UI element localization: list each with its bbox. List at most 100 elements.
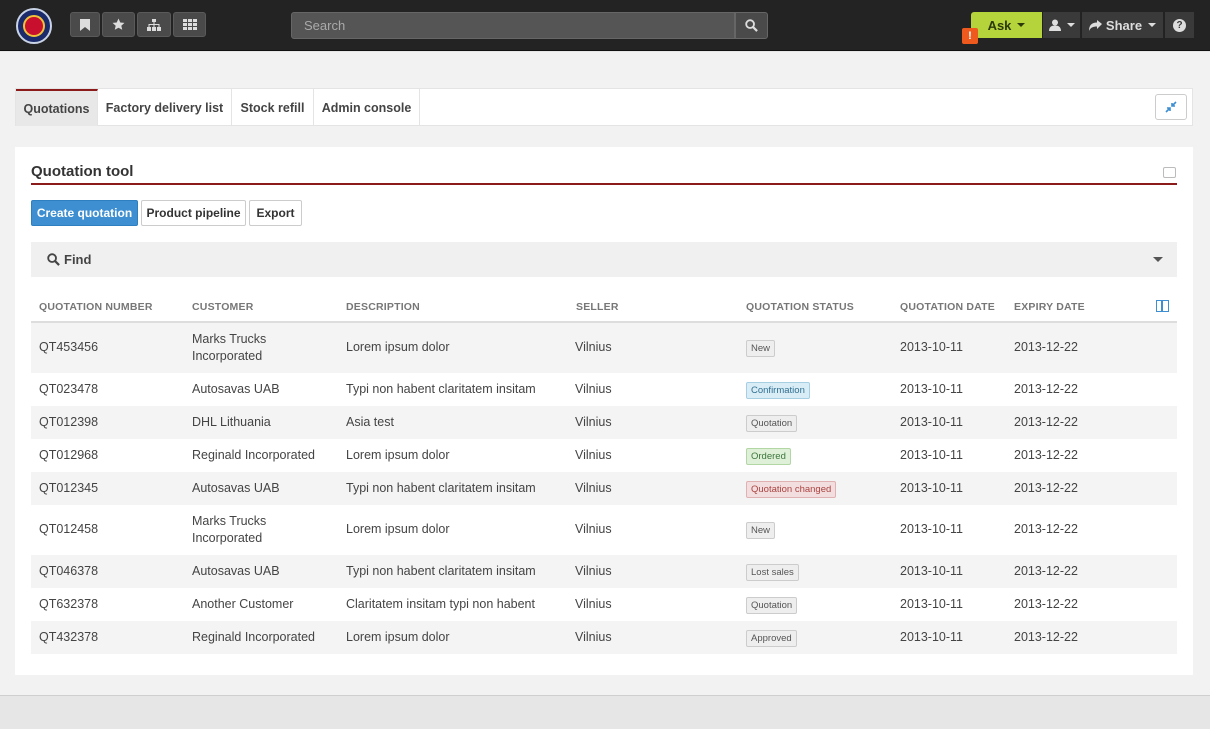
product-pipeline-button[interactable]: Product pipeline — [141, 200, 246, 226]
find-bar[interactable]: Find — [31, 242, 1177, 277]
seller-cell: Vilnius — [575, 480, 612, 495]
ask-button[interactable]: Ask — [971, 12, 1042, 38]
quotation-number-cell[interactable]: QT012345 — [39, 480, 98, 497]
module-tabs: Quotations Factory delivery list Stock r… — [15, 88, 1193, 126]
quotation-number-cell[interactable]: QT632378 — [39, 596, 98, 613]
customer-cell: Marks Trucks Incorporated — [192, 332, 267, 363]
compress-icon — [1165, 101, 1177, 113]
table-row[interactable]: QT453456 Marks Trucks Incorporated Lorem i… — [31, 323, 1177, 373]
table-row[interactable]: QT046378 Autosavas UAB Typi non habent cla… — [31, 555, 1177, 588]
page-content: Quotations Factory delivery list Stock r… — [0, 52, 1210, 695]
table-row[interactable]: QT012968 Reginald Incorporated Lorem ipsum… — [31, 439, 1177, 472]
export-button[interactable]: Export — [249, 200, 302, 226]
column-header-quotation-number[interactable]: QUOTATION NUMBER — [39, 301, 153, 313]
search-input[interactable]: Search — [291, 12, 735, 39]
create-quotation-button[interactable]: Create quotation — [31, 200, 138, 226]
description-cell: Lorem ipsum dolor — [346, 629, 450, 644]
expiry-date-cell: 2013-12-22 — [1014, 340, 1078, 354]
quotation-tool-panel: Quotation tool Create quotation Product … — [15, 147, 1193, 675]
share-button[interactable]: Share — [1081, 12, 1163, 38]
customer-cell: Autosavas UAB — [192, 563, 280, 578]
tab-factory-delivery-list[interactable]: Factory delivery list — [98, 89, 232, 126]
tab-quotations[interactable]: Quotations — [16, 89, 98, 126]
description-cell: Typi non habent claritatem insitam — [346, 480, 536, 495]
apps-grid-button[interactable] — [173, 12, 206, 37]
quotation-number-cell[interactable]: QT012458 — [39, 521, 98, 538]
quotation-number-cell[interactable]: QT453456 — [39, 339, 98, 356]
find-toggle[interactable]: Find — [47, 252, 91, 267]
customer-cell: Another Customer — [192, 596, 294, 611]
search-icon — [745, 19, 758, 32]
bookmark-icon — [80, 18, 90, 31]
tab-admin-console[interactable]: Admin console — [314, 89, 420, 126]
alert-badge[interactable]: ! — [962, 28, 978, 44]
column-header-expiry-date[interactable]: EXPIRY DATE — [1014, 301, 1085, 313]
column-header-seller[interactable]: SELLER — [576, 301, 619, 313]
expiry-date-cell: 2013-12-22 — [1014, 381, 1078, 396]
table-row[interactable]: QT432378 Reginald Incorporated Lorem ipsum… — [31, 621, 1177, 654]
expiry-date-cell: 2013-12-22 — [1014, 629, 1078, 644]
status-badge: New — [746, 340, 776, 357]
chevron-down-icon — [1017, 23, 1026, 27]
seller-cell: Vilnius — [575, 596, 612, 611]
quotation-table: QUOTATION NUMBER CUSTOMER DESCRIPTION SE… — [31, 292, 1177, 654]
table-header: QUOTATION NUMBER CUSTOMER DESCRIPTION SE… — [31, 292, 1177, 323]
column-header-quotation-date[interactable]: QUOTATION DATE — [900, 301, 995, 313]
sitemap-button[interactable] — [137, 12, 171, 37]
logo[interactable] — [16, 8, 52, 44]
status-badge: Lost sales — [746, 563, 799, 581]
quotation-number-cell[interactable]: QT023478 — [39, 381, 98, 398]
bookmark-button[interactable] — [70, 12, 100, 37]
table-row[interactable]: QT632378 Another Customer Claritatem insit… — [31, 588, 1177, 621]
column-header-quotation-status[interactable]: QUOTATION STATUS — [746, 301, 854, 313]
description-cell: Typi non habent claritatem insitam — [346, 381, 536, 396]
seller-cell: Vilnius — [575, 381, 612, 396]
seller-cell: Vilnius — [575, 522, 612, 536]
quotation-number-cell[interactable]: QT012968 — [39, 447, 98, 464]
customer-cell: Marks Trucks Incorporated — [192, 514, 267, 545]
expiry-date-cell: 2013-12-22 — [1014, 563, 1078, 578]
status-badge: Quotation changed — [746, 480, 837, 498]
tab-stock-refill[interactable]: Stock refill — [232, 89, 314, 126]
quotation-date-cell: 2013-10-11 — [900, 522, 964, 536]
customer-cell: Autosavas UAB — [192, 480, 280, 495]
status-badge: New — [746, 522, 776, 539]
help-button[interactable]: ? — [1164, 12, 1194, 38]
quotation-date-cell: 2013-10-11 — [900, 447, 964, 462]
description-cell: Lorem ipsum dolor — [346, 447, 450, 462]
column-header-customer[interactable]: CUSTOMER — [192, 301, 254, 313]
seller-cell: Vilnius — [575, 629, 612, 644]
quotation-number-cell[interactable]: QT432378 — [39, 629, 98, 646]
customer-cell: DHL Lithuania — [192, 414, 271, 429]
ask-label: Ask — [987, 17, 1012, 33]
column-header-description[interactable]: DESCRIPTION — [346, 301, 420, 313]
user-icon — [1048, 19, 1061, 31]
help-icon: ? — [1173, 18, 1186, 32]
customer-cell: Reginald Incorporated — [192, 629, 315, 644]
customer-cell: Reginald Incorporated — [192, 447, 315, 462]
quotation-date-cell: 2013-10-11 — [900, 563, 964, 578]
quotation-number-cell[interactable]: QT046378 — [39, 563, 98, 580]
expiry-date-cell: 2013-12-22 — [1014, 596, 1078, 611]
description-cell: Lorem ipsum dolor — [346, 340, 450, 354]
user-menu-button[interactable] — [1042, 12, 1080, 38]
quotation-number-cell[interactable]: QT012398 — [39, 414, 98, 431]
compress-button[interactable] — [1155, 94, 1187, 120]
expiry-date-cell: 2013-12-22 — [1014, 447, 1078, 462]
status-badge: Approved — [746, 629, 797, 647]
description-cell: Typi non habent claritatem insitam — [346, 563, 536, 578]
description-cell: Asia test — [346, 414, 394, 429]
panel-toolbox-icon[interactable] — [1163, 167, 1176, 178]
table-row[interactable]: QT012345 Autosavas UAB Typi non habent cla… — [31, 472, 1177, 505]
quotation-date-cell: 2013-10-11 — [900, 596, 964, 611]
table-row[interactable]: QT012398 DHL Lithuania Asia test Vilnius Quo… — [31, 406, 1177, 439]
chevron-down-icon[interactable] — [1153, 257, 1163, 262]
chevron-down-icon — [1066, 23, 1075, 27]
columns-icon[interactable] — [1156, 300, 1169, 312]
search-button[interactable] — [735, 12, 768, 39]
favorites-button[interactable] — [102, 12, 135, 37]
table-row[interactable]: QT023478 Autosavas UAB Typi non habent cla… — [31, 373, 1177, 406]
table-row[interactable]: QT012458 Marks Trucks Incorporated Lorem i… — [31, 505, 1177, 555]
status-badge: Quotation — [746, 414, 798, 432]
search-icon — [47, 253, 60, 266]
